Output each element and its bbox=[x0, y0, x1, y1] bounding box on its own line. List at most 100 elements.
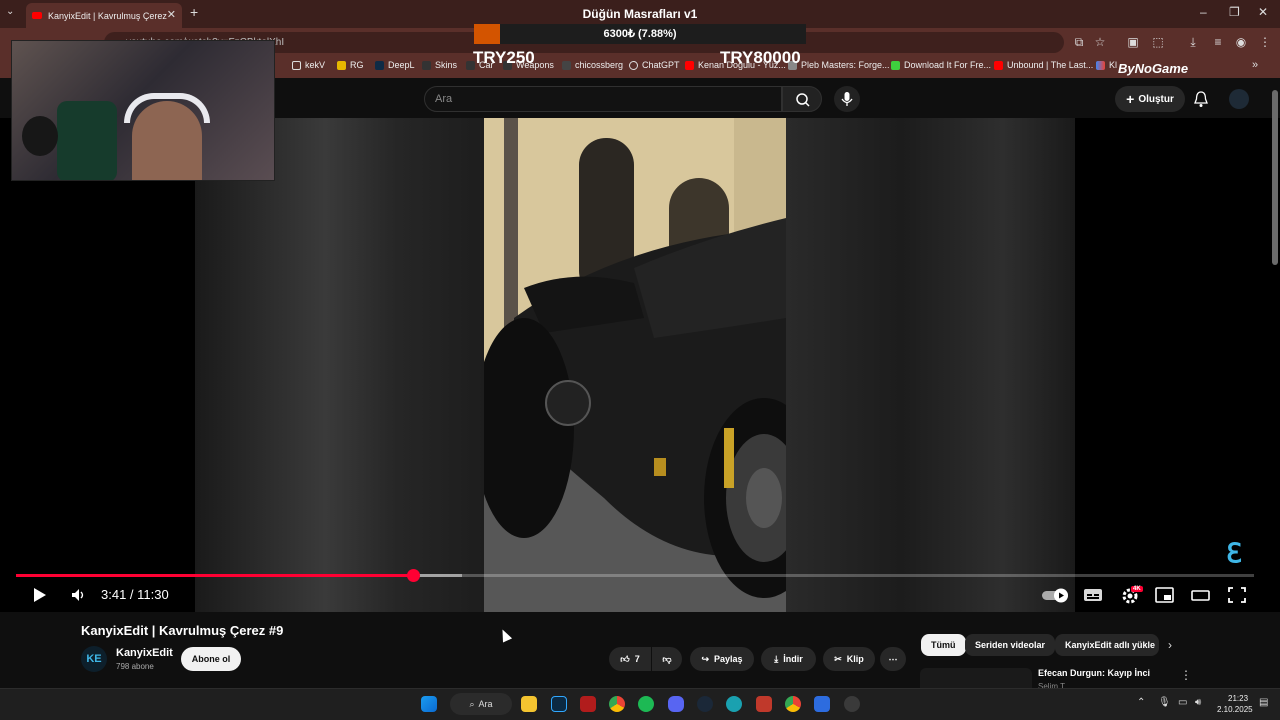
miniplayer-button[interactable] bbox=[1155, 586, 1175, 604]
maximize-icon[interactable]: ❐ bbox=[1229, 5, 1240, 19]
account-avatar[interactable] bbox=[1229, 89, 1249, 109]
plush-toy bbox=[22, 116, 58, 156]
subscribe-button[interactable]: Abone ol bbox=[181, 647, 241, 671]
app-icon[interactable] bbox=[844, 696, 860, 712]
discord-icon[interactable] bbox=[668, 696, 684, 712]
install-app-icon[interactable]: ⧉ bbox=[1072, 35, 1086, 49]
file-explorer-icon[interactable] bbox=[521, 696, 537, 712]
browser-tab-active[interactable]: KanyixEdit | Kavrulmuş Çerez #9 ✕ bbox=[26, 3, 182, 28]
bookmark-item[interactable]: chicossberg bbox=[562, 60, 623, 70]
app-icon[interactable] bbox=[756, 696, 772, 712]
network-icon[interactable]: ▭ bbox=[1178, 697, 1187, 708]
tab-search-icon[interactable]: ⌄ bbox=[6, 6, 14, 17]
bookmark-item[interactable]: RG bbox=[337, 60, 364, 70]
recommendation-title[interactable]: Efecan Durgun: Kayıp İnci bbox=[1038, 668, 1150, 678]
more-horizontal-icon: ⋯ bbox=[888, 653, 898, 664]
play-button[interactable] bbox=[30, 586, 50, 604]
create-button[interactable]: + Oluştur bbox=[1115, 86, 1185, 112]
channel-avatar[interactable]: KE bbox=[81, 646, 107, 672]
subtitles-button[interactable] bbox=[1083, 586, 1103, 604]
extension-icon[interactable]: ▣ bbox=[1126, 35, 1140, 49]
channel-watermark-logo[interactable]: ℇ bbox=[1226, 538, 1242, 569]
bookmark-item[interactable]: Pleb Masters: Forge... bbox=[788, 60, 890, 70]
steam-icon[interactable] bbox=[697, 696, 713, 712]
bookmark-favicon-icon bbox=[1096, 60, 1105, 70]
bookmark-item[interactable]: Skins bbox=[422, 60, 457, 70]
fullscreen-button[interactable] bbox=[1227, 586, 1247, 604]
mute-button[interactable] bbox=[69, 586, 89, 604]
openai-icon bbox=[629, 60, 638, 70]
chip-series[interactable]: Seriden videolar bbox=[965, 634, 1056, 656]
close-icon[interactable]: ✕ bbox=[167, 8, 176, 21]
chip-uploads[interactable]: KanyixEdit adlı yükle bbox=[1055, 634, 1159, 656]
bookmark-favicon-icon bbox=[562, 60, 571, 70]
recommendation-thumbnail[interactable] bbox=[920, 668, 1032, 688]
bookmark-item[interactable]: kekV bbox=[292, 60, 325, 70]
clock-time[interactable]: 21:23 bbox=[1228, 694, 1248, 703]
bookmark-item[interactable]: Kl bbox=[1096, 60, 1117, 70]
bookmark-favicon-icon bbox=[891, 60, 900, 70]
app-icon[interactable] bbox=[814, 696, 830, 712]
microphone-tray-icon[interactable]: 🎙︎ bbox=[1158, 697, 1171, 708]
bookmark-item[interactable]: Unbound | The Last... bbox=[994, 60, 1093, 70]
window-close-icon[interactable]: ✕ bbox=[1258, 5, 1268, 19]
chrome-active-icon[interactable] bbox=[785, 696, 801, 712]
bookmark-favicon-icon bbox=[422, 60, 431, 70]
minimize-icon[interactable]: – bbox=[1200, 5, 1207, 19]
autoplay-toggle-icon bbox=[1042, 588, 1068, 603]
scissors-icon: ✂ bbox=[834, 653, 842, 664]
chrome-icon[interactable] bbox=[609, 696, 625, 712]
bookmark-favicon-icon bbox=[337, 60, 346, 70]
like-button[interactable]: 👍︎ 7 bbox=[609, 647, 651, 671]
chip-all[interactable]: Tümü bbox=[921, 634, 966, 656]
new-tab-icon[interactable]: + bbox=[190, 4, 198, 20]
mouse-cursor bbox=[497, 627, 513, 643]
theater-mode-button[interactable] bbox=[1191, 586, 1211, 604]
chevron-right-icon[interactable]: › bbox=[1168, 638, 1172, 652]
thumbs-down-icon: 👎︎ bbox=[662, 653, 672, 664]
progress-scrubber-handle[interactable] bbox=[406, 569, 420, 582]
filezilla-icon[interactable] bbox=[580, 696, 596, 712]
settings-button[interactable]: 4K bbox=[1120, 586, 1144, 604]
clock-date[interactable]: 2.10.2025 bbox=[1217, 705, 1253, 714]
bookmark-favicon-icon bbox=[375, 60, 384, 70]
voice-search-button[interactable] bbox=[834, 86, 860, 112]
search-button[interactable] bbox=[782, 86, 822, 112]
photoshop-icon[interactable] bbox=[551, 696, 567, 712]
donation-goal-amount: 6300₺ (7.88%) bbox=[603, 28, 677, 40]
dislike-button[interactable]: 👎︎ bbox=[652, 647, 682, 671]
share-button[interactable]: ↪ Paylaş bbox=[690, 647, 754, 671]
download-icon: ⤓ bbox=[774, 653, 779, 664]
profile-icon[interactable]: ◉ bbox=[1234, 35, 1248, 49]
miniplayer-icon bbox=[1155, 587, 1174, 603]
recommendation-menu-icon[interactable]: ⋮ bbox=[1180, 668, 1192, 682]
notifications-bell-icon[interactable] bbox=[1193, 90, 1209, 113]
bookmark-item[interactable]: ChatGPT bbox=[629, 60, 680, 70]
plus-icon: + bbox=[1126, 91, 1135, 107]
notification-center-icon[interactable]: ▤ bbox=[1259, 697, 1268, 708]
spotify-icon[interactable] bbox=[638, 696, 654, 712]
bookmark-item[interactable]: DeepL bbox=[375, 60, 415, 70]
edge-icon[interactable] bbox=[726, 696, 742, 712]
extensions-puzzle-icon[interactable]: ⬚ bbox=[1151, 35, 1165, 49]
video-title: KanyixEdit | Kavrulmuş Çerez #9 bbox=[81, 623, 284, 638]
taskbar-search[interactable]: ⌕ Ara bbox=[450, 693, 512, 715]
volume-tray-icon[interactable]: 🔊︎ bbox=[1195, 697, 1201, 708]
more-actions-button[interactable]: ⋯ bbox=[880, 647, 906, 671]
search-input[interactable]: Ara bbox=[424, 86, 782, 112]
download-button[interactable]: ⤓ İndir bbox=[761, 647, 816, 671]
menu-kebab-icon[interactable]: ⋮ bbox=[1258, 35, 1272, 49]
time-display: 3:41 / 11:30 bbox=[101, 587, 169, 602]
bookmark-item[interactable]: Download It For Fre... bbox=[891, 60, 991, 70]
bookmark-star-icon[interactable]: ☆ bbox=[1093, 35, 1107, 49]
page-scrollbar[interactable] bbox=[1272, 90, 1278, 265]
media-icon[interactable]: ≡ bbox=[1211, 35, 1225, 49]
clip-button[interactable]: ✂ Klip bbox=[823, 647, 875, 671]
tray-chevron-icon[interactable]: ⌃ bbox=[1137, 697, 1145, 708]
autoplay-toggle[interactable] bbox=[1041, 586, 1071, 604]
more-bookmarks-icon[interactable]: » bbox=[1252, 59, 1258, 71]
windows-start-icon[interactable] bbox=[421, 696, 437, 712]
download-icon[interactable]: ⤓ bbox=[1186, 35, 1200, 49]
quality-badge: 4K bbox=[1131, 586, 1143, 592]
channel-name[interactable]: KanyixEdit bbox=[116, 647, 173, 659]
